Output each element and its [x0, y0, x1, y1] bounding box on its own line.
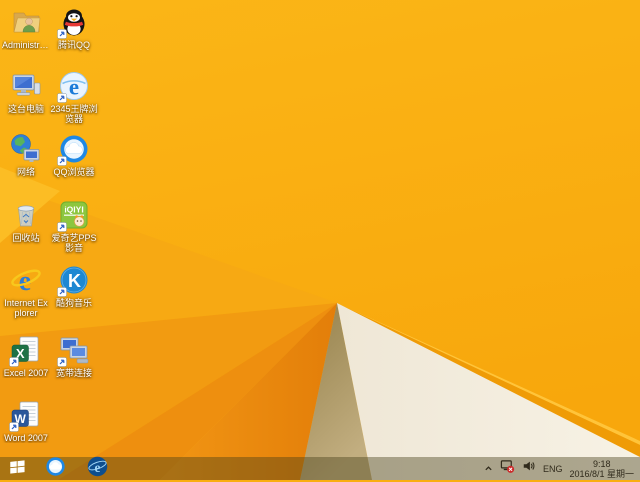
shortcut-arrow-icon [57, 156, 67, 166]
desktop-icon-label: QQ浏览器 [53, 167, 95, 177]
desktop-icon-label: 腾讯QQ [57, 40, 90, 50]
recycle-bin-icon [10, 199, 42, 231]
system-tray: ENG 9:18 2016/8/1 星期一 [484, 457, 640, 480]
volume-icon[interactable] [522, 459, 536, 478]
taskbar: e ENG 9:18 2016/8/1 星期一 [0, 456, 640, 482]
user-folder-icon [10, 6, 42, 38]
desktop-icon-administrator[interactable]: Administra... [2, 6, 50, 50]
desktop-icon-qq-browser[interactable]: QQ浏览器 [50, 133, 98, 177]
taskbar-clock[interactable]: 9:18 2016/8/1 星期一 [569, 459, 634, 479]
excel-icon: X [9, 334, 42, 367]
desktop-icon-label: Word 2007 [4, 433, 48, 443]
desktop-icon-tencent-qq[interactable]: 腾讯QQ [50, 6, 98, 50]
computer-icon [10, 70, 42, 102]
broadband-connection-icon [57, 334, 90, 367]
desktop-icon-label: 回收站 [12, 233, 40, 243]
desktop-icon-2345-browser[interactable]: e 2345王牌浏览器 [50, 70, 98, 124]
shortcut-arrow-icon [57, 29, 67, 39]
qq-browser-icon [45, 456, 66, 482]
desktop-icon-recycle-bin[interactable]: 回收站 [2, 199, 50, 243]
desktop-icon-broadband[interactable]: 宽带连接 [50, 334, 98, 378]
taskbar-qq-browser-button[interactable] [34, 456, 76, 482]
internet-explorer-icon: e [10, 264, 42, 296]
desktop-icon-excel-2007[interactable]: X Excel 2007 [2, 334, 50, 378]
shortcut-arrow-icon [57, 357, 67, 367]
desktop-icon-label: 网络 [16, 167, 35, 177]
kugou-music-icon: K [57, 264, 90, 297]
taskbar-internet-explorer-button[interactable]: e [76, 456, 118, 482]
iqiyi-pps-icon: iQIYI [57, 199, 90, 232]
desktop-icon-label: 宽带连接 [55, 368, 92, 378]
shortcut-arrow-icon [57, 93, 67, 103]
shortcut-arrow-icon [57, 222, 67, 232]
desktop-icon-network[interactable]: 网络 [2, 133, 50, 177]
qq-penguin-icon [57, 6, 90, 39]
shortcut-arrow-icon [9, 357, 19, 367]
network-globe-icon [10, 133, 42, 165]
2345-browser-icon: e [57, 70, 90, 103]
qq-browser-icon [57, 133, 90, 166]
desktop-icon-word-2007[interactable]: W Word 2007 [2, 399, 50, 443]
desktop-icon-kugou-music[interactable]: K 酷狗音乐 [50, 264, 98, 308]
desktop-icon-iqiyi-pps[interactable]: iQIYI 爱奇艺PPS影音 [50, 199, 98, 253]
desktop-icon-internet-explorer[interactable]: e Internet Explorer [2, 264, 50, 318]
desktop-icon-label: 酷狗音乐 [55, 298, 92, 308]
desktop-icon-label: Administra... [2, 40, 50, 50]
start-button[interactable] [0, 457, 34, 480]
desktop-icon-label: 这台电脑 [7, 104, 44, 114]
desktop-icon-label: 2345王牌浏览器 [50, 104, 98, 124]
clock-date: 2016/8/1 星期一 [569, 468, 634, 479]
tray-chevron-up-icon[interactable] [484, 460, 493, 478]
internet-explorer-icon: e [87, 456, 108, 482]
word-icon: W [9, 399, 42, 432]
desktop-icon-this-pc[interactable]: 这台电脑 [2, 70, 50, 114]
svg-text:K: K [68, 271, 81, 291]
svg-text:iQIYI: iQIYI [64, 205, 83, 215]
clock-time: 9:18 [592, 458, 611, 469]
desktop-icon-label: 爱奇艺PPS影音 [51, 233, 97, 253]
shortcut-arrow-icon [9, 422, 19, 432]
desktop-icon-label: Internet Explorer [4, 298, 48, 318]
desktop-icon-label: Excel 2007 [3, 368, 49, 378]
shortcut-arrow-icon [57, 287, 67, 297]
language-indicator[interactable]: ENG [543, 464, 563, 474]
windows-logo-icon [9, 458, 26, 480]
network-status-icon[interactable] [500, 459, 515, 479]
svg-text:e: e [69, 75, 79, 100]
desktop-screen: { "wallpaper": { "base_orange_top": "#FB… [0, 0, 640, 480]
